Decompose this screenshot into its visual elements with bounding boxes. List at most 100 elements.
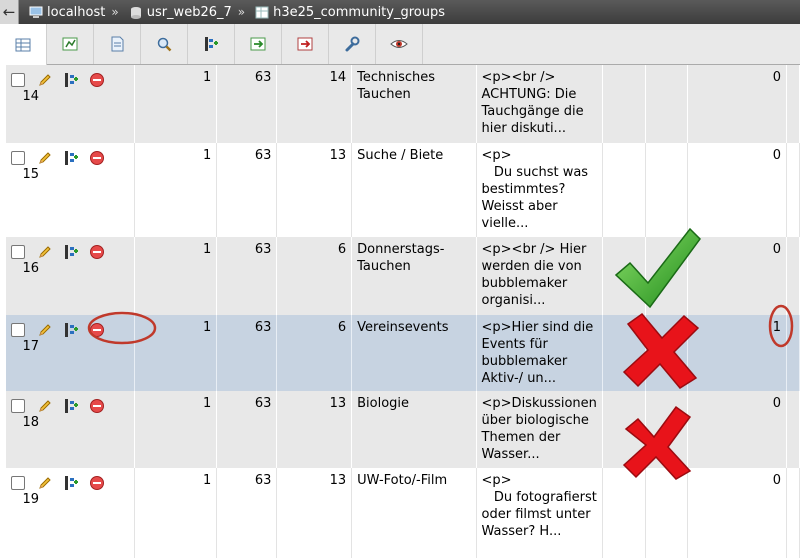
cell-value[interactable]: 1 [134, 65, 218, 143]
cell-partial[interactable] [786, 143, 800, 237]
copy-row-icon[interactable] [63, 322, 79, 338]
green-checkmark-icon [614, 227, 701, 309]
cell-group-name[interactable]: Technisches Tauchen [351, 65, 477, 143]
cell-value[interactable]: 1 [134, 237, 218, 315]
copy-row-icon[interactable] [63, 150, 79, 166]
tab-tracking[interactable] [376, 24, 423, 64]
row-id: 17 [22, 339, 39, 354]
database-icon [130, 6, 141, 19]
wrench-icon [345, 36, 360, 52]
sql-icon [111, 36, 124, 52]
cell-value[interactable]: 13 [276, 468, 353, 558]
import-icon [297, 37, 313, 51]
cell-value[interactable]: 1 [134, 143, 218, 237]
tab-browse[interactable] [0, 24, 47, 66]
copy-row-icon[interactable] [63, 398, 79, 414]
delete-icon[interactable] [89, 72, 105, 88]
breadcrumb-server-label[interactable]: localhost [47, 5, 105, 20]
edit-pencil-icon[interactable] [37, 150, 53, 166]
tab-insert[interactable] [188, 24, 235, 64]
breadcrumb-separator: » [111, 5, 119, 19]
row-actions: 18 [6, 391, 136, 468]
edit-pencil-icon[interactable] [37, 72, 53, 88]
cell-group-name[interactable]: Suche / Biete [351, 143, 477, 237]
copy-row-icon[interactable] [63, 475, 79, 491]
cell-empty[interactable] [602, 143, 647, 237]
delete-icon[interactable] [89, 398, 105, 414]
eye-icon [390, 40, 408, 48]
copy-row-icon[interactable] [63, 72, 79, 88]
cell-value[interactable]: 0 [687, 468, 787, 558]
delete-icon[interactable] [89, 475, 105, 491]
back-arrow-icon[interactable]: ← [0, 0, 19, 24]
cell-value[interactable]: 1 [134, 391, 218, 468]
cell-description[interactable]: <p>Hier sind die Events für bubblemaker … [476, 315, 603, 391]
row-checkbox[interactable] [11, 72, 25, 87]
cell-value[interactable]: 63 [216, 315, 278, 391]
tab-search[interactable] [141, 24, 188, 64]
tab-export[interactable] [235, 24, 282, 64]
cell-description[interactable]: <p> Du fotografierst oder filmst unter W… [476, 468, 603, 558]
table-row[interactable]: 19 1 63 13 UW-Foto/-Film <p> Du fotograf… [6, 468, 800, 558]
cell-value[interactable]: 63 [216, 468, 278, 558]
row-actions: 14 [6, 65, 136, 143]
delete-icon[interactable] [89, 244, 105, 260]
cell-value[interactable]: 1 [134, 468, 218, 558]
cell-value[interactable]: 63 [216, 391, 278, 468]
cell-value[interactable]: 0 [687, 65, 787, 143]
tab-sql[interactable] [94, 24, 141, 64]
cell-empty[interactable] [602, 65, 647, 143]
red-cross-icon [622, 405, 692, 480]
row-checkbox[interactable] [11, 150, 25, 165]
table-row[interactable]: 15 1 63 13 Suche / Biete <p> Du suchst w… [6, 143, 800, 237]
delete-icon[interactable] [89, 150, 105, 166]
tab-structure[interactable] [47, 24, 94, 64]
cell-description[interactable]: <p><br /> Hier werden die von bubblemake… [476, 237, 603, 315]
cell-value[interactable]: 6 [276, 315, 353, 391]
cell-empty[interactable] [645, 143, 689, 237]
cell-group-name[interactable]: Donnerstags-Tauchen [351, 237, 477, 315]
row-checkbox[interactable] [11, 322, 25, 337]
cell-empty[interactable] [602, 468, 647, 558]
edit-pencil-icon[interactable] [37, 244, 53, 260]
breadcrumb-database-label[interactable]: usr_web26_7 [147, 5, 232, 20]
breadcrumb-database[interactable]: usr_web26_7 [129, 5, 232, 20]
cell-partial[interactable] [786, 468, 800, 558]
cell-description[interactable]: <p><br /> ACHTUNG: Die Tauchgänge die hi… [476, 65, 603, 143]
cell-description[interactable]: <p> Du suchst was bestimmtes? Weisst abe… [476, 143, 603, 237]
tab-operations[interactable] [329, 24, 376, 64]
cell-value[interactable]: 6 [276, 237, 353, 315]
breadcrumb-server[interactable]: localhost [29, 5, 105, 20]
row-checkbox[interactable] [11, 244, 25, 259]
cell-value[interactable]: 63 [216, 65, 278, 143]
cell-value[interactable]: 13 [276, 143, 353, 237]
cell-group-name[interactable]: Vereinsevents [351, 315, 477, 391]
cell-group-name[interactable]: UW-Foto/-Film [351, 468, 477, 558]
cell-partial[interactable] [786, 65, 800, 143]
breadcrumb-table-label[interactable]: h3e25_community_groups [273, 5, 445, 20]
edit-pencil-icon[interactable] [37, 475, 53, 491]
cell-value[interactable]: 14 [276, 65, 353, 143]
annotation-circle-id [87, 311, 157, 345]
cell-partial[interactable] [786, 391, 800, 468]
cell-empty[interactable] [645, 468, 689, 558]
cell-empty[interactable] [645, 65, 689, 143]
table-row[interactable]: 14 1 63 14 Technisches Tauchen <p><br />… [6, 65, 800, 143]
cell-value[interactable]: 63 [216, 143, 278, 237]
cell-value[interactable]: 0 [687, 391, 787, 468]
copy-row-icon[interactable] [63, 244, 79, 260]
edit-pencil-icon[interactable] [37, 322, 53, 338]
row-checkbox[interactable] [11, 475, 25, 490]
browse-icon [15, 38, 31, 51]
breadcrumb-table[interactable]: h3e25_community_groups [255, 5, 445, 20]
cell-value[interactable]: 13 [276, 391, 353, 468]
cell-value[interactable]: 0 [687, 143, 787, 237]
row-actions: 16 [6, 237, 136, 315]
tab-import[interactable] [282, 24, 329, 64]
row-id: 16 [22, 261, 39, 276]
cell-group-name[interactable]: Biologie [351, 391, 477, 468]
edit-pencil-icon[interactable] [37, 398, 53, 414]
cell-description[interactable]: <p>Diskussionen über biologische Themen … [476, 391, 603, 468]
cell-value[interactable]: 63 [216, 237, 278, 315]
row-checkbox[interactable] [11, 398, 25, 413]
